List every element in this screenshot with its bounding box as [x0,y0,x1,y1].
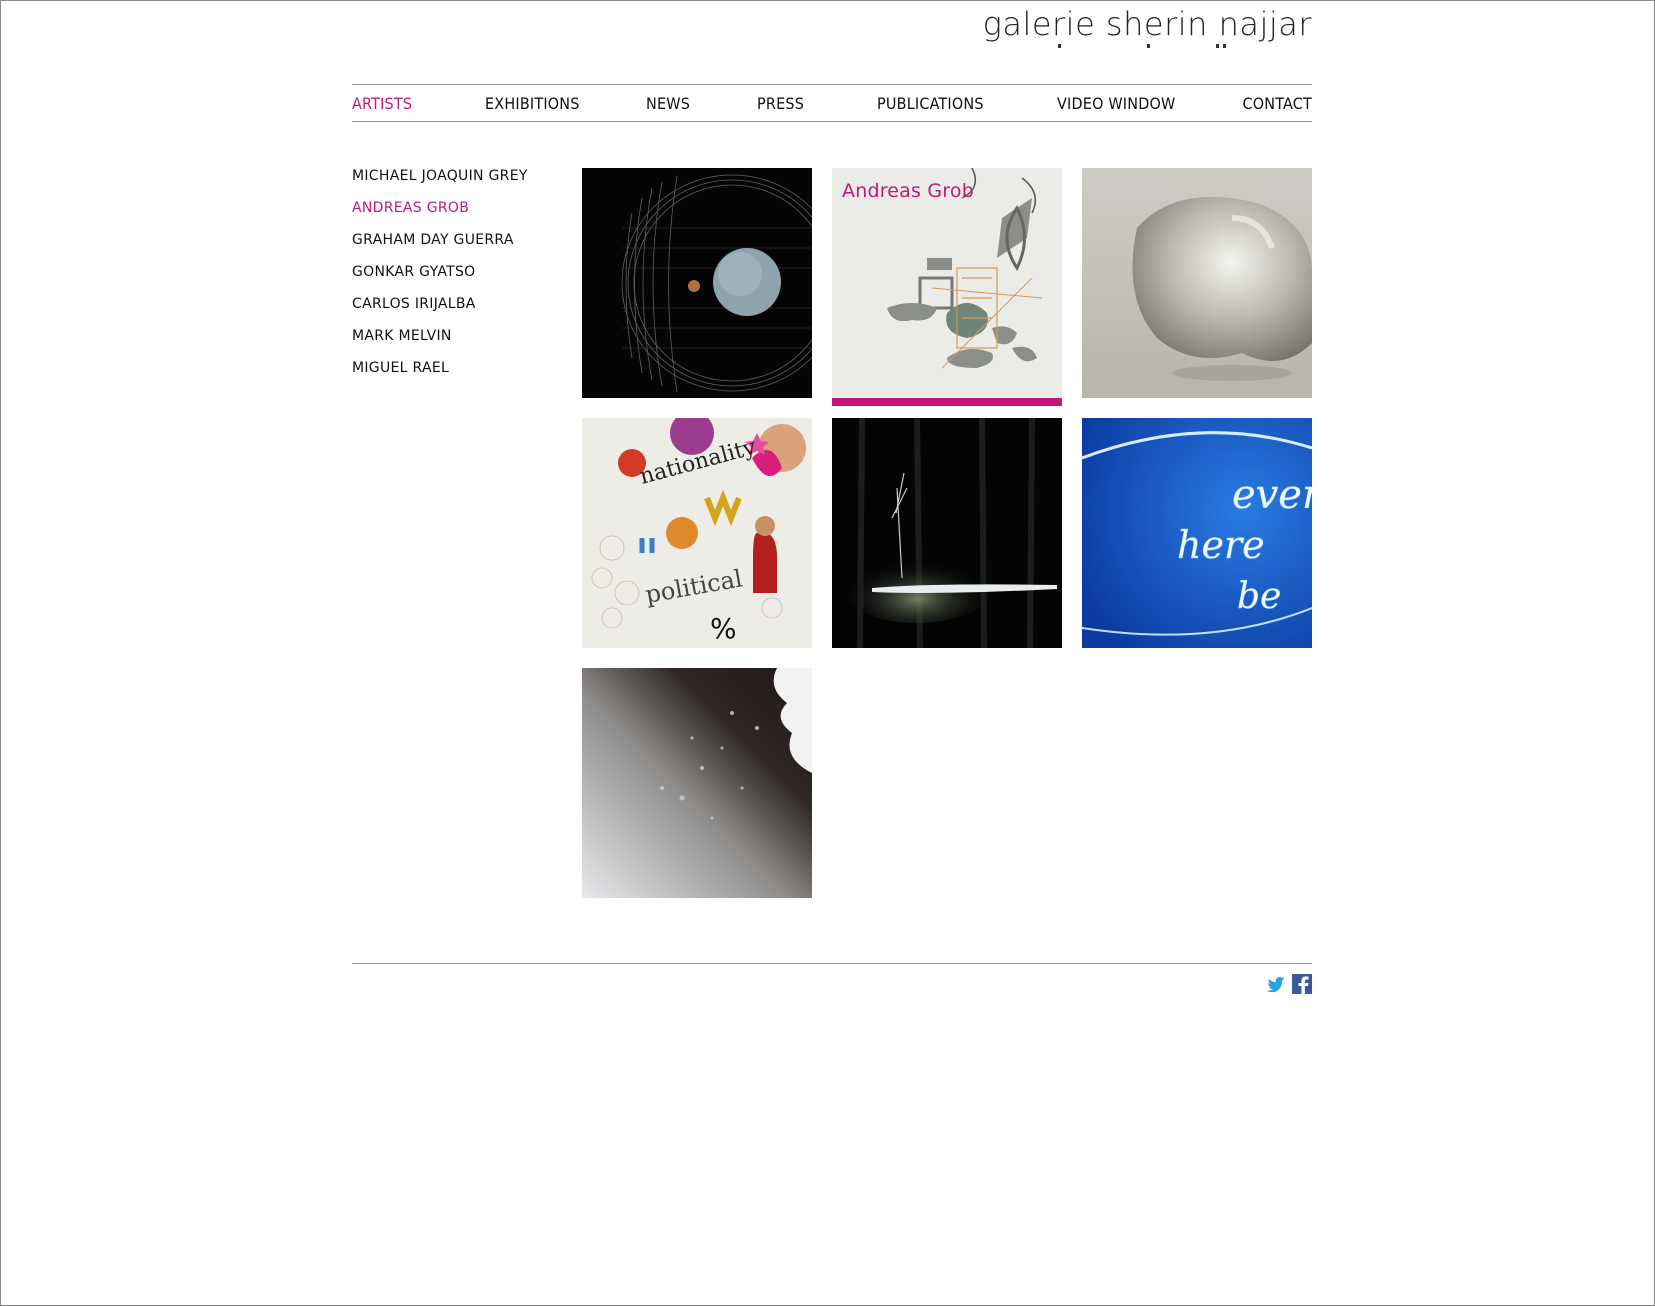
nav-video-window[interactable]: VIDEO WINDOW [1057,94,1175,113]
artist-list: MICHAEL JOAQUIN GREY ANDREAS GROB GRAHAM… [352,168,572,392]
nav-artists[interactable]: ARTISTS [352,94,412,113]
thumbnail-image: ever here be [1082,418,1312,648]
thumbnail-active-indicator [832,398,1062,406]
thumbnail-mark-melvin[interactable]: ever here be [1082,418,1312,648]
artist-link-mark-melvin[interactable]: MARK MELVIN [352,328,572,360]
artist-link-andreas-grob[interactable]: ANDREAS GROB [352,200,572,232]
artist-link-graham-day-guerra[interactable]: GRAHAM DAY GUERRA [352,232,572,264]
nav-exhibitions[interactable]: EXHIBITIONS [485,94,580,113]
twitter-icon[interactable] [1266,976,1286,996]
thumbnail-michael-joaquin-grey[interactable] [582,168,812,398]
facebook-icon[interactable] [1292,974,1312,998]
nav-contact[interactable]: CONTACT [1242,94,1312,113]
neon-word-3: be [1237,576,1281,617]
artist-link-michael-joaquin-grey[interactable]: MICHAEL JOAQUIN GREY [352,168,572,200]
artist-link-carlos-irijalba[interactable]: CARLOS IRIJALBA [352,296,572,328]
artist-link-miguel-rael[interactable]: MIGUEL RAEL [352,360,572,392]
thumbnail-carlos-irijalba[interactable] [832,418,1062,648]
logo-text: galerie sherin najjar [982,5,1312,43]
artist-link-gonkar-gyatso[interactable]: GONKAR GYATSO [352,264,572,296]
thumbnail-image [832,168,1062,398]
thumbnail-image [582,168,812,398]
thumbnail-image [582,668,812,898]
neon-word-1: ever [1232,472,1312,518]
main-nav: ARTISTS EXHIBITIONS NEWS PRESS PUBLICATI… [352,84,1312,122]
nav-publications[interactable]: PUBLICATIONS [877,94,984,113]
thumbnail-graham-day-guerra[interactable] [1082,168,1312,398]
neon-word-2: here [1177,523,1265,567]
logo-arabic-dots [983,44,1312,54]
browser-viewport-frame [0,0,1655,1306]
thumbnail-andreas-grob[interactable]: Andreas Grob [832,168,1062,406]
nav-news[interactable]: NEWS [646,94,690,113]
gallery-logo[interactable]: galerie sherin najjar [982,5,1312,48]
thumbnail-image: nationality political % [582,418,812,648]
thumbnail-gonkar-gyatso[interactable]: nationality political % [582,418,812,648]
thumbnail-image [832,418,1062,648]
thumbnail-percent-text: % [710,612,737,645]
thumbnail-hover-label: Andreas Grob [842,180,974,202]
thumbnail-image [1082,168,1312,398]
nav-press[interactable]: PRESS [757,94,804,113]
thumbnail-miguel-rael[interactable] [582,668,812,898]
footer-divider [352,963,1312,964]
social-links [1266,974,1312,998]
